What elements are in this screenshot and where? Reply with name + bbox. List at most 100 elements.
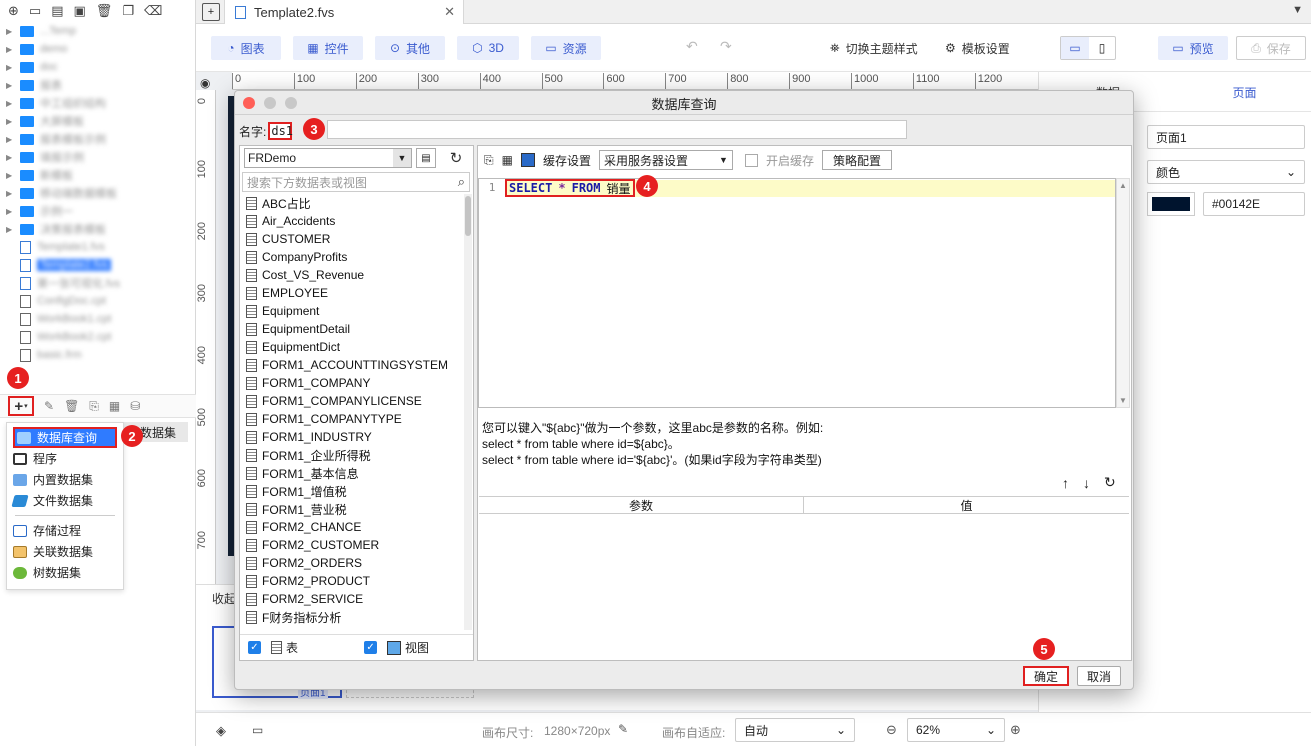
- tree-folder[interactable]: ▶ 大屏模板: [0, 112, 196, 130]
- enable-cache-checkbox[interactable]: [744, 153, 758, 167]
- table-list-item[interactable]: FORM1_COMPANY: [242, 374, 464, 392]
- open-icon[interactable]: ▤: [51, 3, 63, 19]
- widget-button[interactable]: ▦ 控件: [293, 36, 363, 60]
- tab-page[interactable]: 页面: [1178, 72, 1311, 112]
- save-button[interactable]: ⎙ 保存: [1236, 36, 1306, 60]
- tree-folder[interactable]: ▶ 示例一: [0, 202, 196, 220]
- template-settings-button[interactable]: ⚙ 模板设置: [945, 36, 1010, 60]
- table-search-input[interactable]: 搜索下方数据表或视图 ⌕: [242, 172, 470, 192]
- expand-caret-icon[interactable]: ▶: [6, 225, 14, 234]
- zoom-select[interactable]: 62% ⌄: [907, 718, 1005, 742]
- table-list-item[interactable]: FORM2_CUSTOMER: [242, 536, 464, 554]
- table-list-item[interactable]: FORM1_增值税: [242, 482, 464, 500]
- color-swatch[interactable]: [1147, 192, 1195, 216]
- mobile-icon[interactable]: ▯: [1089, 37, 1115, 59]
- table-list-item[interactable]: Air_Accidents: [242, 212, 464, 230]
- ok-button[interactable]: 确定: [1023, 666, 1069, 686]
- expand-caret-icon[interactable]: ▶: [6, 153, 14, 162]
- tree-file[interactable]: Template1.fvs: [0, 238, 196, 256]
- new-tab-icon[interactable]: +: [202, 3, 220, 21]
- undo-icon[interactable]: ↶: [686, 38, 698, 55]
- tree-file[interactable]: Template2.fvs: [0, 256, 196, 274]
- table-list-item[interactable]: CompanyProfits: [242, 248, 464, 266]
- preview-button[interactable]: ▭ 预览: [1158, 36, 1228, 60]
- table-list-item[interactable]: EquipmentDict: [242, 338, 464, 356]
- cache-select[interactable]: 采用服务器设置 ▼: [598, 150, 733, 170]
- table-list-item[interactable]: FORM2_PRODUCT: [242, 572, 464, 590]
- preview-icon[interactable]: ⎘: [89, 399, 99, 414]
- table-list-item[interactable]: FORM1_营业税: [242, 500, 464, 518]
- table-list-item[interactable]: Cost_VS_Revenue: [242, 266, 464, 284]
- tree-file[interactable]: WorkBook1.cpt: [0, 310, 196, 328]
- tree-folder[interactable]: ▶ 移动端数据模板: [0, 184, 196, 202]
- expand-caret-icon[interactable]: ▶: [6, 135, 14, 144]
- page-name-field[interactable]: 页面1: [1147, 125, 1305, 149]
- new-folder-icon[interactable]: ▭: [29, 3, 41, 19]
- table-list-item[interactable]: EquipmentDetail: [242, 320, 464, 338]
- keyboard-icon[interactable]: ▭: [252, 723, 263, 737]
- zoom-out-icon[interactable]: ⊖: [886, 722, 897, 738]
- tree-folder[interactable]: ▶ 中工组织结构: [0, 94, 196, 112]
- expand-caret-icon[interactable]: ▶: [6, 207, 14, 216]
- copy-icon[interactable]: ❐: [122, 3, 134, 19]
- tree-file[interactable]: ConfigDoc.cpt: [0, 292, 196, 310]
- table-list-item[interactable]: FORM1_COMPANYTYPE: [242, 410, 464, 428]
- menu-file-ds[interactable]: 文件数据集: [7, 490, 123, 511]
- move-down-icon[interactable]: ↓: [1083, 475, 1090, 491]
- table-list-item[interactable]: FORM2_SERVICE: [242, 590, 464, 608]
- policy-config-button[interactable]: 策略配置: [821, 150, 892, 170]
- menu-stored-proc[interactable]: 存储过程: [7, 520, 123, 541]
- sql-editor[interactable]: 1 SELECT * FROM 销量: [478, 178, 1116, 408]
- table-list-item[interactable]: FORM1_企业所得税: [242, 446, 464, 464]
- expand-caret-icon[interactable]: ▶: [6, 81, 14, 90]
- resource-button[interactable]: ▭ 资源: [531, 36, 601, 60]
- tree-folder[interactable]: ▶ 决策报表模板: [0, 220, 196, 238]
- refresh-icon[interactable]: ↻: [444, 148, 468, 168]
- ds-server-icon[interactable]: ⛁: [130, 399, 140, 413]
- move-up-icon[interactable]: ↑: [1062, 475, 1069, 491]
- tree-folder[interactable]: ▶ 填报示例: [0, 148, 196, 166]
- close-tab-icon[interactable]: ✕: [444, 4, 455, 20]
- list-scrollbar-thumb[interactable]: [465, 196, 471, 236]
- tab-template2[interactable]: Template2.fvs ✕: [224, 0, 464, 24]
- expand-caret-icon[interactable]: ▶: [6, 45, 14, 54]
- other-button[interactable]: ⊙ 其他: [375, 36, 445, 60]
- expand-caret-icon[interactable]: ▶: [6, 63, 14, 72]
- expand-caret-icon[interactable]: ▶: [6, 117, 14, 126]
- connection-config-icon[interactable]: ▤: [416, 148, 436, 168]
- new-file-icon[interactable]: ⊕: [8, 3, 19, 19]
- edit-size-icon[interactable]: ✎: [618, 722, 628, 736]
- collapse-toggle[interactable]: 收起: [212, 590, 236, 607]
- show-table-checkbox[interactable]: ✓: [248, 641, 261, 654]
- fill-type-select[interactable]: 颜色 ⌄: [1147, 160, 1305, 184]
- import-icon[interactable]: ▣: [74, 3, 86, 19]
- preview-sql-icon[interactable]: ⎘: [484, 153, 494, 168]
- table-list-item[interactable]: FORM2_ORDERS: [242, 554, 464, 572]
- eye-icon[interactable]: ◉: [200, 76, 210, 90]
- table-list-item[interactable]: FORM1_COMPANYLICENSE: [242, 392, 464, 410]
- delete-icon[interactable]: 🗑: [96, 3, 113, 19]
- expand-caret-icon[interactable]: ▶: [6, 189, 14, 198]
- name-input[interactable]: ds1: [268, 122, 293, 140]
- list-scrollbar[interactable]: [464, 194, 472, 630]
- menu-builtin[interactable]: 内置数据集: [7, 469, 123, 490]
- table-list-item[interactable]: Equipment: [242, 302, 464, 320]
- remove-icon[interactable]: 🗑: [64, 399, 79, 413]
- edit-icon[interactable]: ✎: [44, 399, 54, 413]
- table-list-item[interactable]: CUSTOMER: [242, 230, 464, 248]
- menu-tree-ds[interactable]: 树数据集: [7, 562, 123, 583]
- redo-icon[interactable]: ↷: [720, 38, 732, 55]
- menu-db-query[interactable]: 数据库查询: [13, 427, 117, 448]
- tree-folder[interactable]: ▶ demo: [0, 40, 196, 58]
- tree-folder[interactable]: ▶ 报表模板示例: [0, 130, 196, 148]
- color-hex-field[interactable]: #00142E: [1203, 192, 1305, 216]
- connection-select[interactable]: FRDemo ▼: [244, 148, 412, 168]
- tree-file[interactable]: WorkBook2.cpt: [0, 328, 196, 346]
- sql-statement[interactable]: SELECT * FROM 销量: [505, 179, 635, 197]
- refresh-params-icon[interactable]: ↻: [1104, 474, 1116, 491]
- switch-theme-button[interactable]: ⛯ 切换主题样式: [830, 36, 918, 60]
- trash-icon[interactable]: ⌫: [144, 3, 162, 19]
- format-sql-icon[interactable]: ▦: [502, 153, 513, 167]
- expand-caret-icon[interactable]: ▶: [6, 99, 14, 108]
- table-list-item[interactable]: FORM1_INDUSTRY: [242, 428, 464, 446]
